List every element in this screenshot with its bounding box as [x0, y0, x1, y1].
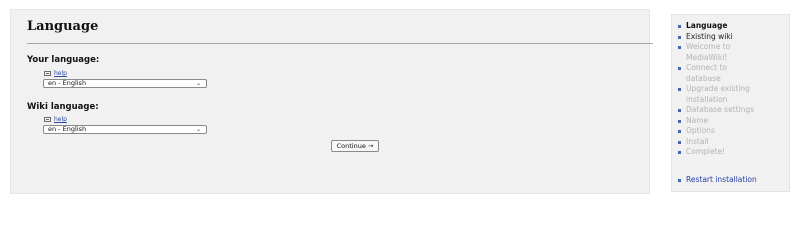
help-link-text: help — [54, 70, 67, 77]
step-label: Welcome to — [686, 42, 731, 51]
step-upgrade-cont: installation — [677, 95, 789, 106]
step-label: Name — [686, 115, 709, 125]
installer-steps-list: Language Existing wiki Welcome to MediaW… — [677, 21, 789, 158]
step-label: Install — [686, 136, 709, 146]
step-label: Connect to — [686, 63, 727, 72]
chevron-down-icon: ⌄ — [195, 126, 201, 133]
bullet-icon — [678, 119, 681, 123]
step-name: Name — [677, 116, 789, 127]
help-icon — [44, 71, 51, 76]
chevron-down-icon: ⌄ — [195, 80, 201, 87]
step-install: Install — [677, 137, 789, 148]
step-welcome: Welcome to — [677, 42, 789, 53]
wiki-language-value: en - English — [48, 125, 87, 133]
wiki-language-label: Wiki language: — [27, 102, 99, 112]
step-upgrade: Upgrade existing — [677, 84, 789, 95]
restart-label: Restart installation — [686, 175, 757, 184]
step-label: Upgrade existing — [686, 84, 750, 93]
step-label: MediaWiki! — [686, 52, 728, 62]
bullet-icon — [678, 130, 681, 133]
bullet-icon — [678, 179, 681, 182]
your-language-select[interactable]: en - English ⌄ — [43, 79, 207, 88]
bullet-icon — [678, 67, 681, 70]
step-connect-database-cont: database — [677, 74, 789, 85]
step-label: Language — [686, 21, 728, 30]
step-connect-database: Connect to — [677, 63, 789, 74]
help-icon — [44, 117, 51, 122]
bullet-icon — [678, 46, 681, 49]
step-label: Complete! — [686, 147, 726, 156]
page-title: Language — [27, 19, 99, 34]
step-language: Language — [677, 21, 789, 32]
step-welcome-cont: MediaWiki! — [677, 53, 789, 64]
bullet-icon — [678, 109, 681, 112]
your-language-value: en - English — [48, 79, 87, 87]
bullet-icon — [678, 88, 681, 91]
installer-steps-panel: Language Existing wiki Welcome to MediaW… — [671, 14, 790, 192]
main-panel: Language Your language: help en - Englis… — [10, 9, 653, 194]
bullet-icon — [678, 35, 681, 39]
wiki-language-select[interactable]: en - English ⌄ — [43, 125, 207, 134]
wiki-language-help-link[interactable]: help — [44, 116, 67, 123]
your-language-label: Your language: — [27, 55, 100, 65]
step-existing-wiki: Existing wiki — [677, 32, 789, 43]
help-link-text: help — [54, 116, 67, 123]
step-label: Options — [686, 126, 715, 135]
bullet-icon — [678, 25, 681, 28]
step-options: Options — [677, 126, 789, 137]
step-label: Database settings — [686, 105, 755, 114]
step-database-settings: Database settings — [677, 105, 789, 116]
step-label: installation — [686, 94, 728, 104]
bullet-icon — [678, 151, 681, 154]
bullet-icon — [678, 140, 681, 144]
restart-installation-link[interactable]: Restart installation — [677, 175, 757, 185]
title-divider — [27, 43, 653, 44]
step-label: database — [686, 73, 721, 83]
step-complete: Complete! — [677, 147, 789, 158]
step-label: Existing wiki — [686, 31, 733, 41]
continue-button[interactable]: Continue → — [331, 140, 379, 152]
your-language-help-link[interactable]: help — [44, 70, 67, 77]
